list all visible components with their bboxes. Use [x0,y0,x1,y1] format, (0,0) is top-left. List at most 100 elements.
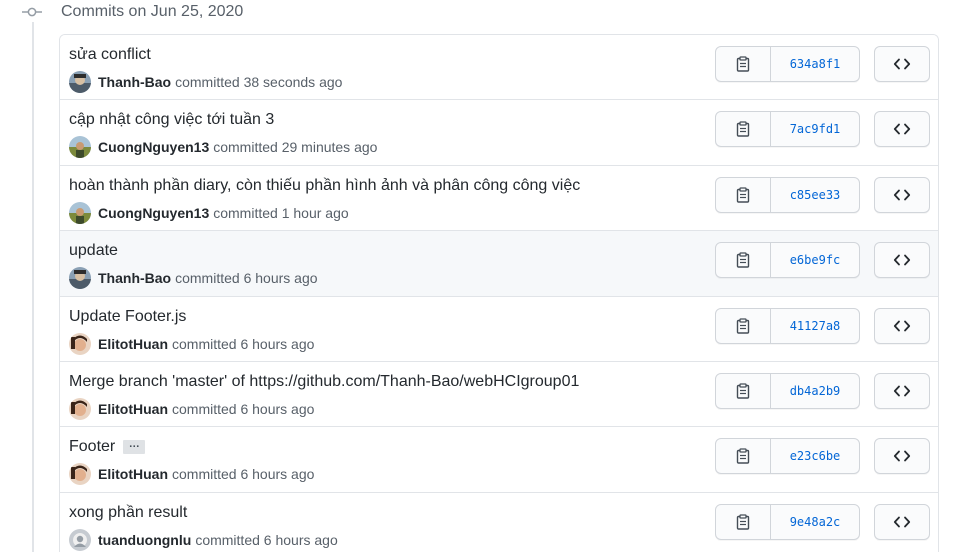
commit-message-link[interactable]: Footer [69,438,115,456]
clipboard-icon [736,121,750,138]
author-link[interactable]: tuanduongnlu [98,532,191,548]
sha-button-group: db4a2b9 [715,372,860,409]
commit-sha-link[interactable]: 41127a8 [771,309,859,343]
commit-time: 6 hours ago [243,270,318,287]
clipboard-icon [736,383,750,399]
commit-message-container: sửa conflict [69,46,151,64]
commit-time: 6 hours ago [240,335,315,352]
avatar[interactable] [69,136,91,159]
commit-message-container: hoàn thành phần diary, còn thiếu phần hì… [69,177,580,195]
author-link[interactable]: CuongNguyen13 [98,139,209,155]
copy-sha-button[interactable] [716,504,771,539]
copy-sha-button[interactable] [716,439,771,474]
commit-message-link[interactable]: cập nhật công việc tới tuần 3 [69,111,274,129]
browse-repository-button[interactable] [874,242,930,279]
commit-message-container: cập nhật công việc tới tuần 3 [69,111,274,129]
commit-sha-link[interactable]: 634a8f1 [771,47,859,81]
code-icon [893,450,911,462]
commit-sha-link[interactable]: 9e48a2c [771,505,859,539]
copy-sha-button[interactable] [716,308,771,343]
clipboard-icon [736,187,750,203]
commit-meta: ElitotHuan committed 6 hours ago [69,332,315,355]
commit-sha-link[interactable]: c85ee33 [771,178,859,212]
author-link[interactable]: ElitotHuan [98,466,168,482]
sha-button-group: e23c6be [715,438,860,475]
sha-button-group: 9e48a2c [715,503,860,540]
clipboard-icon [736,448,750,465]
commit-message-link[interactable]: sửa conflict [69,46,151,64]
code-icon [893,254,911,266]
sha-button-group: c85ee33 [715,176,860,213]
clipboard-icon [736,514,750,530]
avatar[interactable] [69,332,91,355]
clipboard-icon [736,317,750,334]
commit-row: hoàn thành phần diary, còn thiếu phần hì… [60,165,938,232]
avatar[interactable] [69,397,91,420]
commit-message-link[interactable]: hoàn thành phần diary, còn thiếu phần hì… [69,177,580,195]
author-link[interactable]: ElitotHuan [98,401,168,417]
avatar[interactable] [69,71,91,93]
sha-button-group: 634a8f1 [715,46,860,82]
commit-meta: CuongNguyen13 committed 29 minutes ago [69,136,378,159]
commit-meta: Thanh-Bao committed 38 seconds ago [69,71,342,93]
code-icon [893,58,911,70]
commit-list: sửa conflict Thanh-Bao committed 38 seco… [59,34,939,552]
browse-repository-button[interactable] [874,307,930,344]
timeline-line [32,22,34,552]
commit-message-link[interactable]: xong phần result [69,504,187,522]
avatar[interactable] [69,528,91,551]
commit-meta: tuanduongnlu committed 6 hours ago [69,528,338,551]
commit-verb: committed [175,74,240,90]
commit-verb: committed [213,204,278,221]
code-icon [893,123,911,135]
commit-row: xong phần result tuanduongnlu committed … [60,492,938,552]
commit-time: 1 hour ago [281,204,349,221]
copy-sha-button[interactable] [716,177,771,212]
clipboard-icon [736,56,750,72]
commit-row: Update Footer.js ElitotHuan committed 6 … [60,296,938,362]
commit-sha-link[interactable]: e6be9fc [771,243,859,277]
commit-message-link[interactable]: Update Footer.js [69,308,186,326]
commit-sha-link[interactable]: 7ac9fd1 [771,112,859,146]
commit-row: cập nhật công việc tới tuần 3 CuongNguye… [60,100,938,166]
commit-sha-link[interactable]: e23c6be [771,439,859,473]
avatar[interactable] [69,267,91,290]
browse-repository-button[interactable] [874,503,930,540]
commit-message-link[interactable]: update [69,242,118,260]
commit-meta: ElitotHuan committed 6 hours ago [69,463,315,486]
code-icon [893,385,911,397]
author-link[interactable]: Thanh-Bao [98,74,171,90]
author-link[interactable]: Thanh-Bao [98,270,171,286]
commit-message-container: Footer … [69,438,146,456]
commit-verb: committed [172,335,237,352]
avatar[interactable] [69,463,91,486]
browse-repository-button[interactable] [874,111,930,148]
commit-meta: Thanh-Bao committed 6 hours ago [69,267,318,290]
commit-verb: committed [213,139,278,156]
author-link[interactable]: CuongNguyen13 [98,205,209,221]
commit-message-link[interactable]: Merge branch 'master' of https://github.… [69,373,579,391]
commit-row: update Thanh-Bao committed 6 hours ago e… [60,231,938,297]
avatar[interactable] [69,201,91,224]
copy-sha-button[interactable] [716,243,771,278]
copy-sha-button[interactable] [716,112,771,147]
commit-time: 6 hours ago [263,531,338,548]
commit-message-container: xong phần result [69,504,187,522]
commit-group-header: Commits on Jun 25, 2020 [22,0,243,24]
browse-repository-button[interactable] [874,372,930,409]
commit-time: 38 seconds ago [243,74,343,90]
commit-meta: ElitotHuan committed 6 hours ago [69,397,314,420]
commit-time: 6 hours ago [240,466,315,483]
author-link[interactable]: ElitotHuan [98,336,168,352]
browse-repository-button[interactable] [874,46,930,82]
copy-sha-button[interactable] [716,373,771,408]
commit-time: 29 minutes ago [281,139,378,156]
commit-message-container: update [69,242,118,260]
copy-sha-button[interactable] [716,47,771,81]
commit-row: Merge branch 'master' of https://github.… [60,361,938,428]
commit-row: Footer … ElitotHuan committed 6 hours ag… [60,427,938,493]
expand-message-button[interactable]: … [123,439,146,455]
commit-sha-link[interactable]: db4a2b9 [771,374,859,408]
browse-repository-button[interactable] [874,176,930,213]
browse-repository-button[interactable] [874,438,930,475]
